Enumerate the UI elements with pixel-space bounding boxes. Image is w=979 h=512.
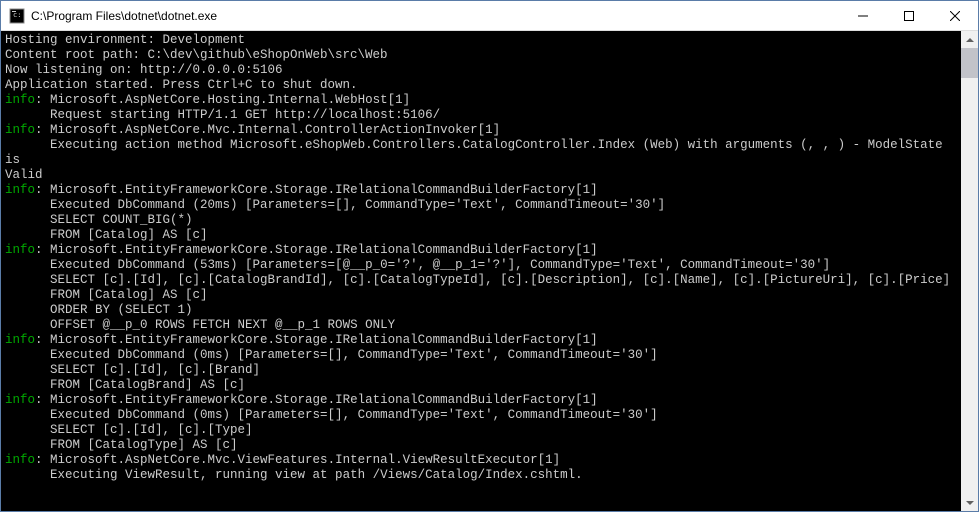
log-body-line: Executing ViewResult, running view at pa… <box>5 468 583 482</box>
console-area: Hosting environment: Development Content… <box>1 31 978 511</box>
scroll-down-button[interactable] <box>961 494 978 511</box>
log-header-line: Hosting environment: Development <box>5 33 245 47</box>
log-level: info <box>5 183 35 197</box>
log-header-line: Now listening on: http://0.0.0.0:5106 <box>5 63 283 77</box>
log-body-line: FROM [Catalog] AS [c] <box>5 288 208 302</box>
log-body-line: Executed DbCommand (20ms) [Parameters=[]… <box>5 198 665 212</box>
log-body-line: SELECT [c].[Id], [c].[Brand] <box>5 363 260 377</box>
window-title: C:\Program Files\dotnet\dotnet.exe <box>31 9 840 23</box>
log-category: : Microsoft.AspNetCore.Mvc.ViewFeatures.… <box>35 453 560 467</box>
log-body-line: FROM [CatalogBrand] AS [c] <box>5 378 245 392</box>
log-category: : Microsoft.EntityFrameworkCore.Storage.… <box>35 183 598 197</box>
scroll-up-button[interactable] <box>961 31 978 48</box>
svg-text:c:: c: <box>13 11 21 19</box>
log-body-line: SELECT [c].[Id], [c].[Type] <box>5 423 253 437</box>
log-level: info <box>5 93 35 107</box>
title-bar: c: C:\Program Files\dotnet\dotnet.exe <box>1 1 978 31</box>
log-category: : Microsoft.AspNetCore.Hosting.Internal.… <box>35 93 410 107</box>
maximize-button[interactable] <box>886 1 932 30</box>
log-header-line: Application started. Press Ctrl+C to shu… <box>5 78 358 92</box>
log-body-line: FROM [Catalog] AS [c] <box>5 228 208 242</box>
log-body-line: Executed DbCommand (0ms) [Parameters=[],… <box>5 348 658 362</box>
log-body-line: Executing action method Microsoft.eShopW… <box>5 138 950 182</box>
log-level: info <box>5 243 35 257</box>
minimize-button[interactable] <box>840 1 886 30</box>
log-level: info <box>5 333 35 347</box>
log-category: : Microsoft.EntityFrameworkCore.Storage.… <box>35 333 598 347</box>
console-output[interactable]: Hosting environment: Development Content… <box>1 31 961 511</box>
log-level: info <box>5 453 35 467</box>
log-body-line: Executed DbCommand (53ms) [Parameters=[@… <box>5 258 830 272</box>
log-body-line: Executed DbCommand (0ms) [Parameters=[],… <box>5 408 658 422</box>
log-category: : Microsoft.EntityFrameworkCore.Storage.… <box>35 393 598 407</box>
log-body-line: OFFSET @__p_0 ROWS FETCH NEXT @__p_1 ROW… <box>5 318 395 332</box>
log-category: : Microsoft.EntityFrameworkCore.Storage.… <box>35 243 598 257</box>
log-category: : Microsoft.AspNetCore.Mvc.Internal.Cont… <box>35 123 500 137</box>
log-level: info <box>5 393 35 407</box>
vertical-scrollbar[interactable] <box>961 31 978 511</box>
log-body-line: Request starting HTTP/1.1 GET http://loc… <box>5 108 440 122</box>
close-button[interactable] <box>932 1 978 30</box>
log-header-line: Content root path: C:\dev\github\eShopOn… <box>5 48 388 62</box>
log-body-line: FROM [CatalogType] AS [c] <box>5 438 238 452</box>
scrollbar-thumb[interactable] <box>961 48 978 78</box>
window-controls <box>840 1 978 30</box>
app-icon: c: <box>9 8 25 24</box>
log-level: info <box>5 123 35 137</box>
log-body-line: ORDER BY (SELECT 1) <box>5 303 193 317</box>
log-body-line: SELECT COUNT_BIG(*) <box>5 213 193 227</box>
scrollbar-track[interactable] <box>961 48 978 494</box>
log-body-line: SELECT [c].[Id], [c].[CatalogBrandId], [… <box>5 273 950 287</box>
